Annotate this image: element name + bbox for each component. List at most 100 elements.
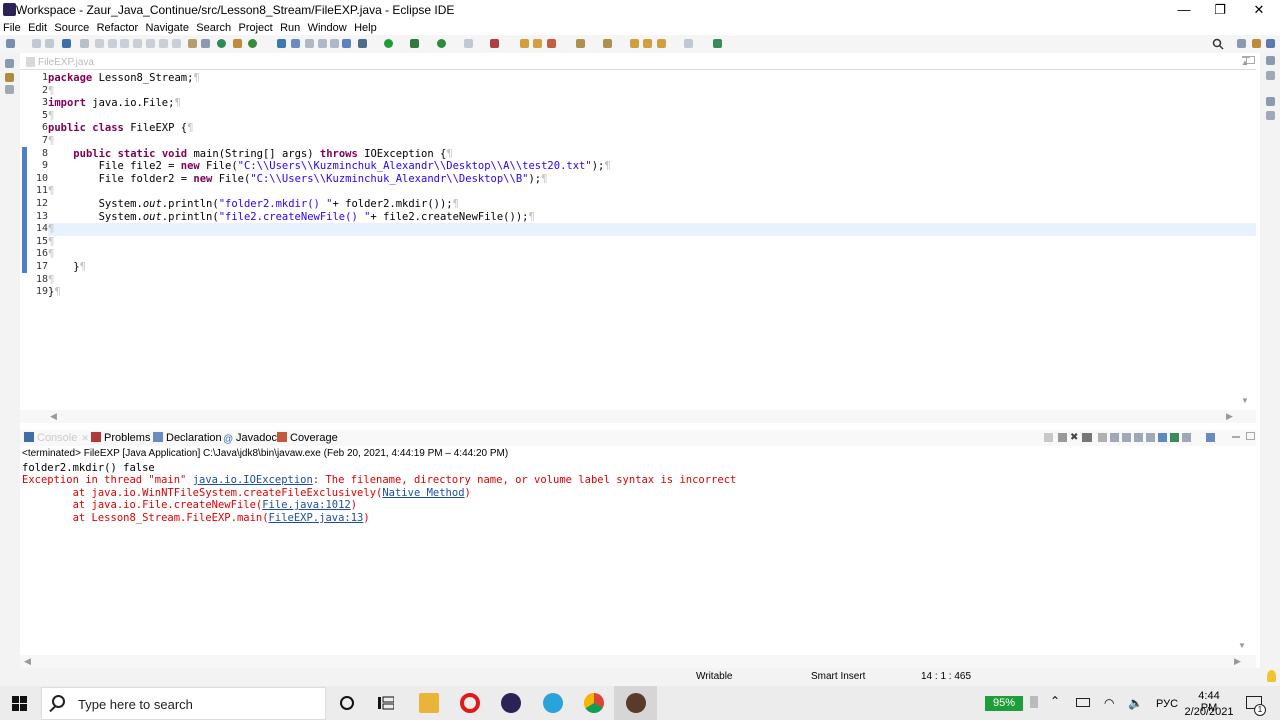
clear-console-icon[interactable] (1098, 433, 1107, 442)
windows-start-icon[interactable] (12, 696, 27, 711)
restore-right-icon[interactable] (1266, 56, 1275, 65)
back-icon[interactable] (657, 39, 666, 48)
menu-navigate[interactable]: Navigate (146, 21, 189, 36)
use-step-filters-icon[interactable] (201, 39, 210, 48)
remove-all-icon[interactable] (1082, 433, 1092, 442)
search-toolbar-icon[interactable] (291, 39, 300, 48)
eclipse-taskbar-icon[interactable] (501, 693, 521, 713)
lightbulb-icon[interactable] (1267, 670, 1276, 682)
package-explorer-icon[interactable] (5, 73, 14, 82)
tab-console[interactable]: Console ✕ (24, 430, 89, 446)
close-button[interactable]: ✕ (1240, 0, 1278, 20)
menu-refactor[interactable]: Refactor (97, 21, 139, 36)
battery-badge[interactable]: 95% (985, 696, 1023, 711)
stop-icon[interactable] (120, 39, 129, 48)
tab-javadoc[interactable]: @ Javadoc (223, 430, 277, 446)
toggle-block-selection-icon[interactable] (330, 39, 339, 48)
open-console-icon[interactable] (1206, 433, 1215, 442)
show-stderr-icon[interactable] (1146, 433, 1155, 442)
scroll-down-icon[interactable]: ▼ (1241, 396, 1249, 405)
stop-run-icon[interactable] (464, 39, 473, 48)
previous-annotation-icon[interactable] (603, 39, 612, 48)
new-java-class-icon[interactable] (248, 39, 257, 48)
new-icon[interactable] (6, 39, 15, 48)
restore-icon[interactable] (5, 59, 14, 68)
toggle-mark-occurrences-icon[interactable] (305, 39, 314, 48)
next-annotation-icon[interactable] (576, 39, 585, 48)
menu-window[interactable]: Window (308, 21, 347, 36)
chrome-icon[interactable] (584, 693, 604, 713)
menu-help[interactable]: Help (354, 21, 377, 36)
editor-horizontal-scrollbar[interactable]: ◀ ▶ (20, 410, 1256, 423)
pin-console-icon[interactable] (1158, 433, 1167, 442)
cortana-icon[interactable] (340, 696, 354, 710)
external-tools-icon[interactable] (437, 39, 446, 48)
step-return-icon[interactable] (172, 39, 181, 48)
last-edit-icon[interactable] (630, 39, 639, 48)
new-java-package-icon[interactable] (233, 39, 242, 48)
menu-run[interactable]: Run (280, 21, 300, 36)
debug-perspective-icon[interactable] (1266, 39, 1275, 48)
menu-file[interactable]: File (3, 21, 21, 36)
pen-icon[interactable] (1030, 696, 1038, 708)
type-hierarchy-icon[interactable] (5, 85, 14, 94)
debug-icon[interactable] (358, 39, 367, 48)
editor-vertical-scrollbar[interactable]: ▲ ▼ (1238, 54, 1254, 410)
menu-source[interactable]: Source (54, 21, 89, 36)
stop-console-icon[interactable] (1058, 433, 1067, 442)
close-tab-icon[interactable]: ✕ (81, 433, 89, 443)
word-wrap-icon[interactable] (1122, 433, 1131, 442)
exception-class-link[interactable]: java.io.IOException (193, 474, 313, 486)
telegram-icon[interactable] (543, 693, 563, 713)
file-explorer-icon[interactable] (419, 693, 439, 713)
restore-right-2-icon[interactable] (1266, 97, 1275, 106)
skip-breakpoints-icon[interactable] (80, 39, 89, 48)
scroll-lock-icon[interactable] (1110, 433, 1119, 442)
open-task-icon[interactable] (533, 39, 542, 48)
step-over-icon[interactable] (159, 39, 168, 48)
display-console-icon[interactable] (1170, 433, 1179, 442)
menu-project[interactable]: Project (238, 21, 272, 36)
game-app-icon[interactable] (626, 693, 646, 713)
menu-search[interactable]: Search (196, 21, 231, 36)
maximize-button[interactable]: ❐ (1201, 0, 1239, 20)
quick-access-search-icon[interactable] (1212, 38, 1224, 50)
step-into-icon[interactable] (146, 39, 155, 48)
opera-icon[interactable] (460, 693, 480, 713)
terminal-icon[interactable] (62, 39, 71, 48)
code-editor[interactable]: 1 2 3 5 6 7 8 9 10 11 12 13 14 15 16 17 18 19 package Les… (20, 70, 1256, 410)
volume-icon[interactable]: 🔈 (1128, 696, 1143, 710)
clock-date[interactable]: 2/20/2021 (1183, 706, 1235, 718)
drop-frame-icon[interactable] (188, 39, 197, 48)
taskbar-search-box[interactable]: Type here to search (41, 687, 326, 720)
open-type-icon[interactable] (277, 39, 286, 48)
trace-link[interactable]: FileEXP.java:13 (269, 512, 364, 524)
console-scroll-down-icon[interactable]: ▼ (1238, 641, 1246, 650)
console-output[interactable]: folder2.mkdir() false Exception in threa… (20, 461, 1256, 653)
outline-icon[interactable] (1266, 71, 1275, 80)
pin-editor-icon[interactable] (713, 39, 722, 48)
language-indicator[interactable]: РУС (1156, 698, 1178, 710)
trace-link[interactable]: Native Method (382, 487, 464, 499)
java-perspective-icon[interactable] (1252, 39, 1261, 48)
toggle-word-wrap-icon[interactable] (318, 39, 327, 48)
forward-icon[interactable] (684, 39, 693, 48)
remove-launch-icon[interactable]: ✖ (1070, 432, 1078, 443)
profile-icon[interactable] (490, 39, 499, 48)
tab-problems[interactable]: Problems (91, 430, 150, 446)
chevron-up-icon[interactable]: ⌃ (1050, 694, 1060, 708)
console-scroll-right-icon[interactable]: ▶ (1234, 656, 1241, 667)
console-dropdown-icon[interactable] (1182, 433, 1191, 442)
save-icon[interactable] (32, 39, 41, 48)
coverage-icon[interactable] (217, 39, 226, 48)
tab-coverage[interactable]: Coverage (277, 430, 338, 446)
console-horizontal-scrollbar[interactable]: ◀ ▶ (20, 655, 1256, 668)
task-view-icon[interactable] (378, 696, 395, 710)
trace-link[interactable]: File.java:1012 (262, 499, 351, 511)
open-perspective-icon[interactable] (1237, 39, 1246, 48)
wifi-icon[interactable]: ◠ (1104, 696, 1114, 710)
run-icon[interactable] (384, 39, 393, 48)
open-folder-icon[interactable] (520, 39, 529, 48)
scroll-right-icon[interactable]: ▶ (1226, 411, 1233, 422)
console-minimize-icon[interactable] (1232, 436, 1240, 438)
